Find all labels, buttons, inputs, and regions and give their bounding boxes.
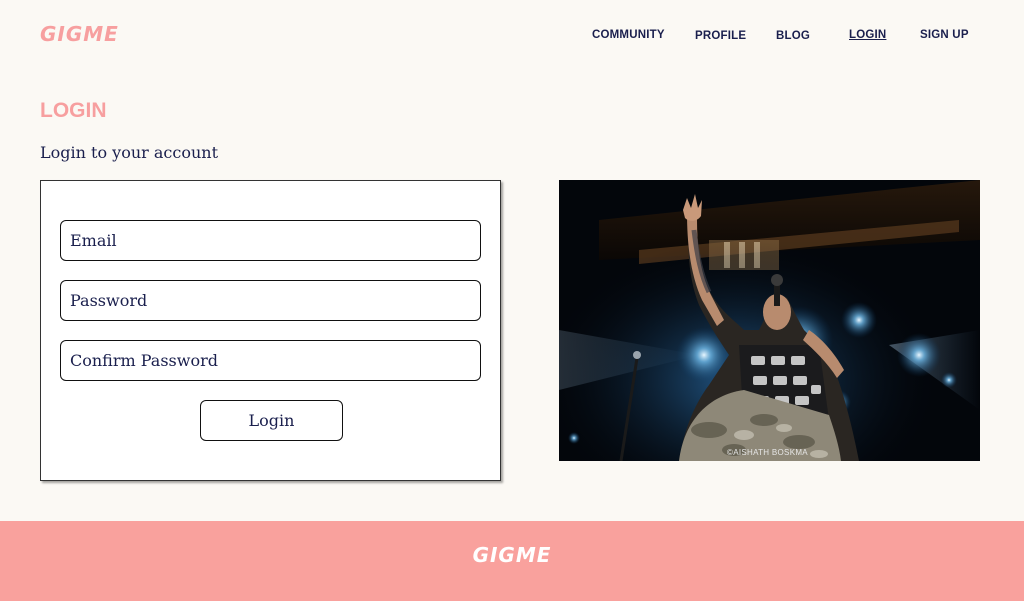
nav-link-login[interactable]: LOGIN: [849, 29, 886, 41]
login-form: Login: [40, 180, 501, 481]
footer-logo[interactable]: GIGME: [0, 543, 1024, 567]
password-field[interactable]: [60, 280, 481, 321]
confirm-password-field[interactable]: [60, 340, 481, 381]
footer: GIGME: [0, 521, 1024, 601]
nav-link-sign-up[interactable]: SIGN UP: [920, 29, 969, 41]
photo-credit: ©AISHATH BOSKMA: [727, 448, 808, 457]
concert-photo: [559, 180, 980, 461]
page-subtitle: Login to your account: [40, 143, 218, 162]
email-field[interactable]: [60, 220, 481, 261]
nav-link-profile[interactable]: PROFILE: [695, 30, 746, 42]
top-navigation: COMMUNITY PROFILE BLOG LOGIN SIGN UP: [0, 0, 1024, 70]
page-title: LOGIN: [40, 99, 107, 122]
login-button[interactable]: Login: [200, 400, 343, 441]
concert-photo-illustration: [559, 180, 980, 461]
nav-link-blog[interactable]: BLOG: [776, 30, 810, 42]
nav-link-community[interactable]: COMMUNITY: [592, 29, 665, 41]
